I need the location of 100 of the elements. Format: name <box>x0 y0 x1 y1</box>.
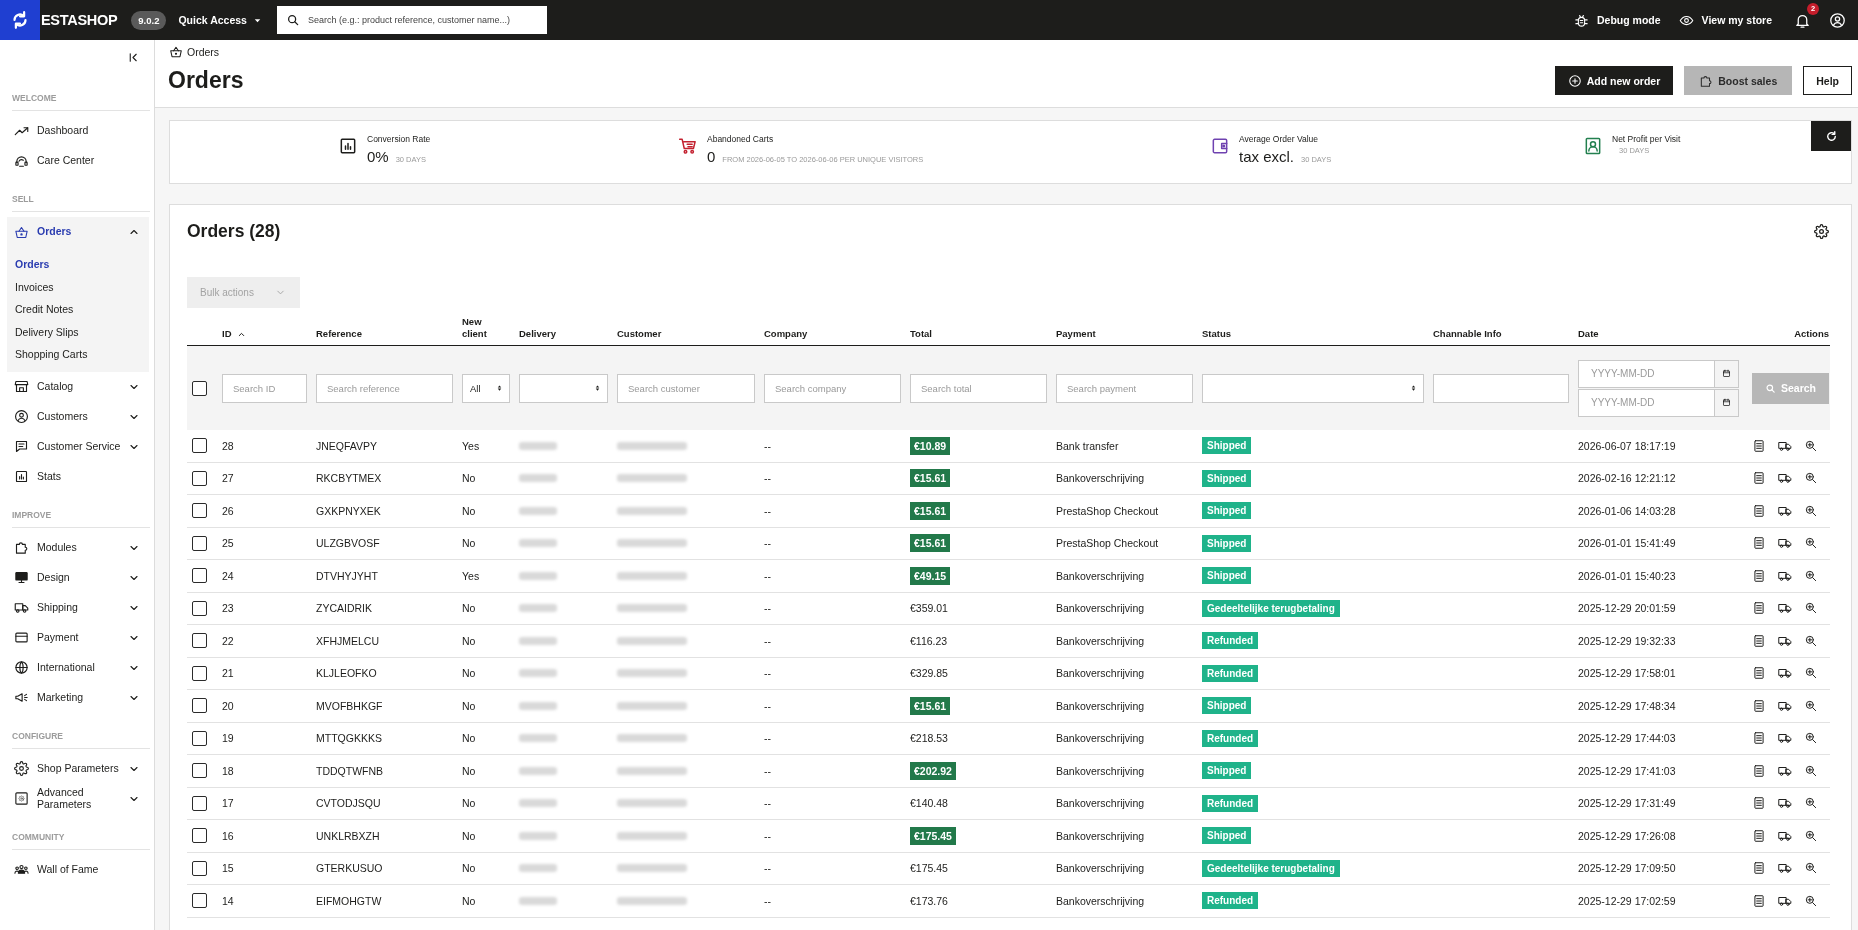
zoom-in-icon[interactable] <box>1804 536 1818 551</box>
row-checkbox[interactable] <box>192 633 207 649</box>
calendar-button[interactable] <box>1715 388 1739 417</box>
column-header[interactable]: New client <box>462 316 505 340</box>
sidebar-item[interactable]: Design <box>0 562 154 593</box>
submenu-item[interactable]: Shopping Carts <box>7 343 149 366</box>
document-icon[interactable] <box>1752 731 1766 746</box>
row-checkbox[interactable] <box>192 503 207 519</box>
zoom-in-icon[interactable] <box>1804 568 1818 583</box>
zoom-in-icon[interactable] <box>1804 828 1818 843</box>
filter-input[interactable]: Search total <box>910 373 1047 403</box>
truck-icon[interactable] <box>1778 796 1792 811</box>
zoom-in-icon[interactable] <box>1804 601 1818 616</box>
document-icon[interactable] <box>1752 861 1766 876</box>
sidebar-item[interactable]: Shipping <box>0 592 154 623</box>
document-icon[interactable] <box>1752 796 1766 811</box>
column-header[interactable]: Company <box>764 328 808 340</box>
column-header[interactable]: Payment <box>1056 328 1096 340</box>
filter-input[interactable]: Search ID <box>222 373 307 403</box>
search-field[interactable]: Search (e.g.: product reference, customer name...) <box>276 6 547 34</box>
truck-icon[interactable] <box>1778 861 1792 876</box>
date-from-input[interactable]: YYYY-MM-DD <box>1578 359 1715 388</box>
column-header[interactable]: Reference <box>316 328 362 340</box>
sidebar-item[interactable]: Payment <box>0 622 154 653</box>
filter-input[interactable]: Search customer <box>617 373 755 403</box>
select-all-checkbox[interactable] <box>192 380 207 396</box>
column-header[interactable]: Customer <box>617 328 662 340</box>
truck-icon[interactable] <box>1778 536 1792 551</box>
filter-input[interactable] <box>1433 373 1569 403</box>
document-icon[interactable] <box>1752 828 1766 843</box>
row-checkbox[interactable] <box>192 438 207 454</box>
document-icon[interactable] <box>1752 438 1766 453</box>
row-checkbox[interactable] <box>192 470 207 486</box>
date-to-input[interactable]: YYYY-MM-DD <box>1578 388 1715 417</box>
row-checkbox[interactable] <box>192 763 207 779</box>
sidebar-item[interactable]: Modules <box>0 532 154 563</box>
zoom-in-icon[interactable] <box>1804 503 1818 518</box>
user-account-icon[interactable] <box>1829 11 1846 29</box>
quick-access-button[interactable]: Quick Access <box>178 14 263 26</box>
submenu-item[interactable]: Invoices <box>7 275 149 298</box>
sidebar-item[interactable]: Catalog <box>0 371 154 402</box>
submenu-item[interactable]: Orders <box>7 253 149 276</box>
column-header[interactable]: ID <box>222 328 232 340</box>
row-checkbox[interactable] <box>192 730 207 746</box>
zoom-in-icon[interactable] <box>1804 893 1818 908</box>
row-checkbox[interactable] <box>192 568 207 584</box>
breadcrumb-link[interactable]: Orders <box>187 46 220 58</box>
row-checkbox[interactable] <box>192 665 207 681</box>
document-icon[interactable] <box>1752 568 1766 583</box>
column-header[interactable]: Delivery <box>519 328 556 340</box>
sidebar-item[interactable]: Customer Service <box>0 431 154 462</box>
document-icon[interactable] <box>1752 893 1766 908</box>
truck-icon[interactable] <box>1778 666 1792 681</box>
truck-icon[interactable] <box>1778 731 1792 746</box>
help-button[interactable]: Help <box>1803 66 1852 95</box>
row-checkbox[interactable] <box>192 795 207 811</box>
filter-dropdown[interactable]: All <box>462 373 510 403</box>
document-icon[interactable] <box>1752 666 1766 681</box>
column-header[interactable]: Status <box>1202 328 1232 340</box>
column-header[interactable]: Date <box>1578 328 1599 340</box>
zoom-in-icon[interactable] <box>1804 796 1818 811</box>
settings-icon[interactable] <box>1814 223 1829 239</box>
calendar-button[interactable] <box>1715 359 1739 388</box>
sidebar-item[interactable]: Customers <box>0 401 154 432</box>
document-icon[interactable] <box>1752 503 1766 518</box>
sidebar-item[interactable]: Orders <box>7 217 149 247</box>
zoom-in-icon[interactable] <box>1804 861 1818 876</box>
submenu-item[interactable]: Delivery Slips <box>7 320 149 343</box>
row-checkbox[interactable] <box>192 698 207 714</box>
row-checkbox[interactable] <box>192 860 207 876</box>
zoom-in-icon[interactable] <box>1804 763 1818 778</box>
row-checkbox[interactable] <box>192 600 207 616</box>
sidebar-item[interactable]: International <box>0 652 154 683</box>
filter-input[interactable]: Search payment <box>1056 373 1193 403</box>
document-icon[interactable] <box>1752 633 1766 648</box>
zoom-in-icon[interactable] <box>1804 471 1818 486</box>
view-store-link[interactable]: View my store <box>1678 12 1772 28</box>
zoom-in-icon[interactable] <box>1804 666 1818 681</box>
debug-mode-button[interactable]: Debug mode <box>1573 12 1661 28</box>
submenu-item[interactable]: Credit Notes <box>7 298 149 321</box>
document-icon[interactable] <box>1752 536 1766 551</box>
row-checkbox[interactable] <box>192 828 207 844</box>
sidebar-item[interactable]: Marketing <box>0 682 154 713</box>
truck-icon[interactable] <box>1778 471 1792 486</box>
sidebar-item[interactable]: Wall of Fame <box>0 854 154 885</box>
refresh-button[interactable] <box>1811 121 1851 151</box>
logo-icon[interactable] <box>0 0 40 40</box>
boost-sales-button[interactable]: Boost sales <box>1684 66 1793 95</box>
sidebar-item[interactable]: Stats <box>0 461 154 492</box>
add-new-order-button[interactable]: Add new order <box>1554 66 1674 95</box>
filter-input[interactable]: Search reference <box>316 373 453 403</box>
document-icon[interactable] <box>1752 601 1766 616</box>
sidebar-item[interactable]: Shop Parameters <box>0 753 154 784</box>
zoom-in-icon[interactable] <box>1804 633 1818 648</box>
column-header[interactable]: Total <box>910 328 932 340</box>
row-checkbox[interactable] <box>192 535 207 551</box>
zoom-in-icon[interactable] <box>1804 698 1818 713</box>
truck-icon[interactable] <box>1778 601 1792 616</box>
collapse-sidebar-icon[interactable] <box>127 51 140 64</box>
document-icon[interactable] <box>1752 471 1766 486</box>
